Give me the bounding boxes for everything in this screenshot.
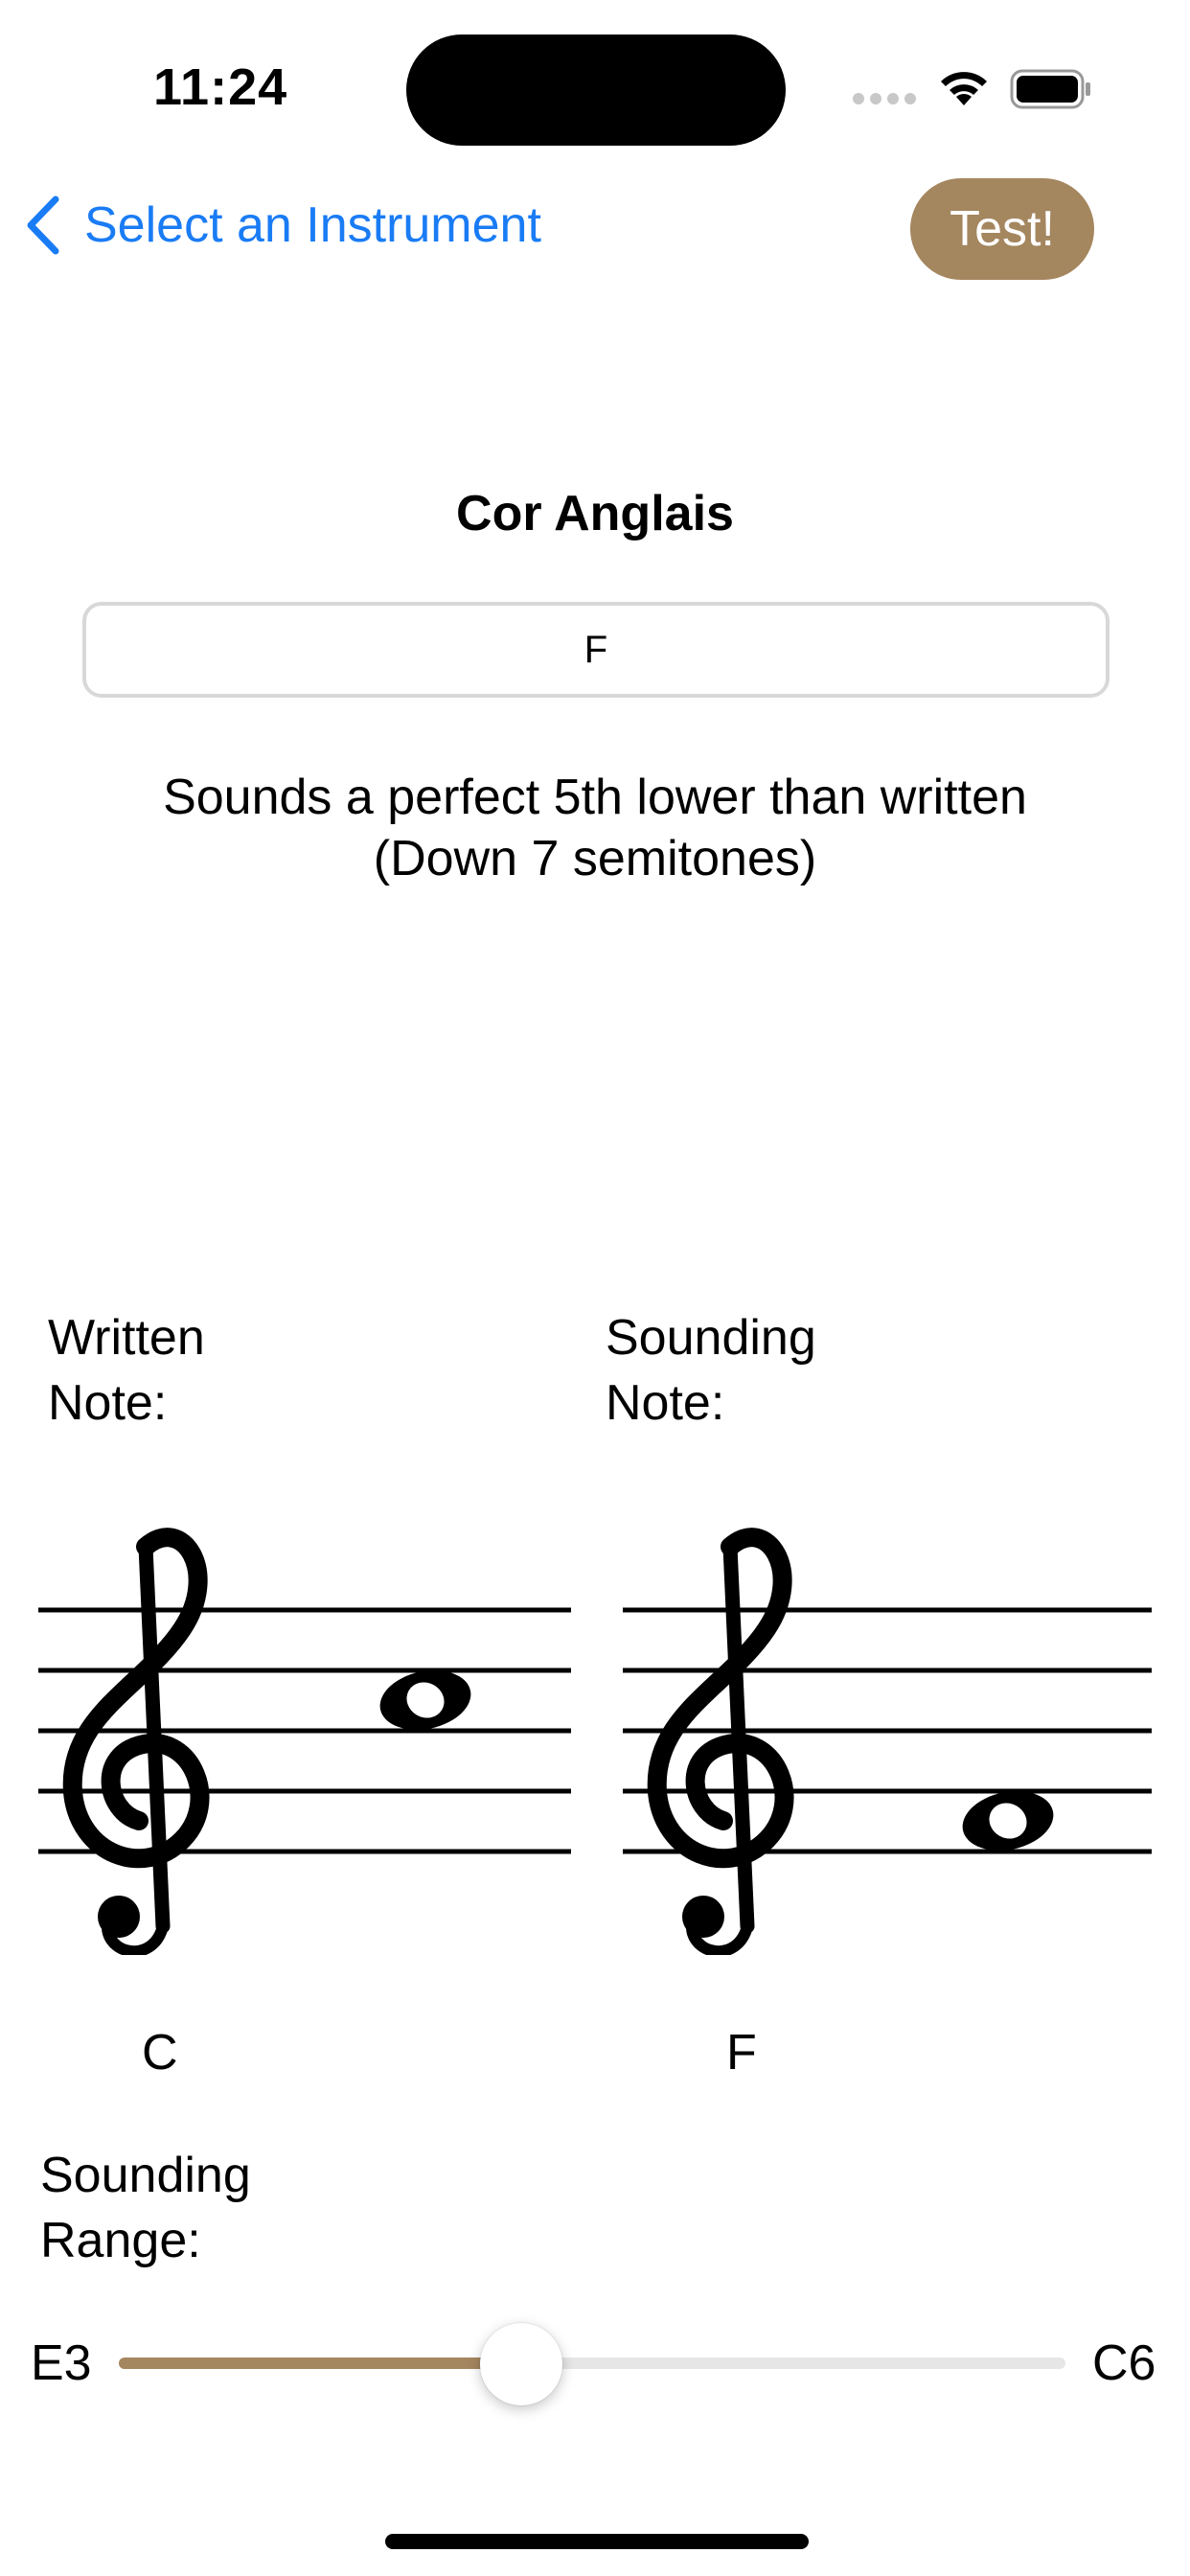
sounding-note-staff (623, 1528, 1152, 1955)
sounding-note-name: F (726, 2025, 757, 2081)
range-slider-track[interactable] (119, 2358, 1065, 2369)
written-note-staff (38, 1528, 571, 1955)
instrument-key-value: F (584, 628, 608, 671)
transposition-description: Sounds a perfect 5th lower than written … (0, 767, 1190, 889)
sounding-note-label: Sounding Note: (606, 1310, 816, 1431)
range-slider-fill (119, 2358, 521, 2369)
chevron-left-icon (27, 196, 59, 255)
transposition-screen: 11:24 Select an Instrument Test! Cor Ang… (0, 0, 1190, 2576)
sounding-range-label: Sounding Range: (40, 2148, 251, 2268)
range-max-label: C6 (1092, 2335, 1156, 2391)
status-time: 11:24 (153, 58, 288, 116)
back-button-label: Select an Instrument (84, 197, 541, 253)
sounding-note-head (962, 1791, 1054, 1851)
test-button[interactable]: Test! (910, 178, 1094, 280)
range-slider-thumb[interactable] (479, 2323, 562, 2405)
treble-clef-icon (62, 1528, 210, 1955)
written-note-name: C (142, 2025, 178, 2081)
treble-clef-icon (647, 1528, 794, 1955)
battery-icon (1010, 69, 1090, 109)
wifi-icon (941, 72, 987, 105)
instrument-key-field[interactable]: F (82, 602, 1110, 698)
home-indicator (385, 2534, 809, 2549)
instrument-name: Cor Anglais (456, 486, 734, 541)
transposition-interval: Sounds a perfect 5th lower than written (163, 770, 1027, 825)
range-min-label: E3 (31, 2335, 92, 2391)
back-button[interactable]: Select an Instrument (25, 196, 541, 255)
written-note-label: Written Note: (48, 1310, 205, 1431)
dynamic-island (406, 34, 786, 146)
transposition-semitones: (Down 7 semitones) (373, 831, 817, 886)
written-note-head (379, 1670, 471, 1730)
cellular-signal-icon (853, 92, 922, 109)
